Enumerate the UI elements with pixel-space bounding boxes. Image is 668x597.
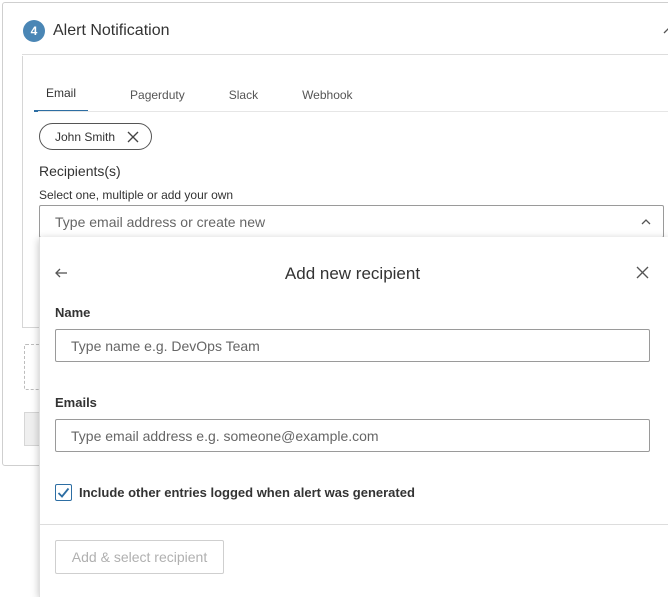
- popover-footer-divider: [40, 524, 668, 525]
- include-entries-checkbox[interactable]: [55, 484, 72, 501]
- checkmark-icon: [57, 487, 70, 498]
- channel-tabs: Email Pagerduty Slack Webhook: [34, 80, 395, 112]
- add-select-recipient-button[interactable]: Add & select recipient: [55, 540, 224, 574]
- emails-field[interactable]: [55, 419, 650, 452]
- chevron-up-icon[interactable]: [640, 216, 652, 228]
- name-label: Name: [55, 305, 91, 320]
- emails-label: Emails: [55, 395, 97, 410]
- step-number-badge: 4: [23, 20, 45, 42]
- tab-webhook[interactable]: Webhook: [300, 82, 354, 112]
- recipients-label: Recipients(s): [39, 163, 121, 179]
- recipient-chip-label: John Smith: [55, 129, 116, 144]
- chevron-up-icon[interactable]: [662, 24, 668, 38]
- step-title: Alert Notification: [53, 22, 170, 39]
- tab-pagerduty[interactable]: Pagerduty: [128, 82, 187, 112]
- include-entries-option[interactable]: Include other entries logged when alert …: [55, 484, 415, 501]
- add-recipient-popover: Add new recipient Name Emails Include ot…: [39, 237, 668, 597]
- close-icon[interactable]: [636, 266, 649, 279]
- include-entries-label: Include other entries logged when alert …: [79, 485, 415, 500]
- recipient-chip: John Smith: [39, 123, 153, 150]
- tabs-divider: [38, 111, 668, 112]
- popover-title: Add new recipient: [284, 264, 421, 283]
- close-icon[interactable]: [127, 131, 139, 143]
- tab-slack[interactable]: Slack: [227, 82, 260, 112]
- recipient-search-input[interactable]: [39, 205, 664, 238]
- step-header: 4 Alert Notification: [23, 20, 170, 42]
- step-header-divider: [22, 54, 668, 55]
- tab-email[interactable]: Email: [34, 80, 89, 112]
- recipients-help-text: Select one, multiple or add your own: [39, 188, 234, 202]
- name-field[interactable]: [55, 329, 650, 362]
